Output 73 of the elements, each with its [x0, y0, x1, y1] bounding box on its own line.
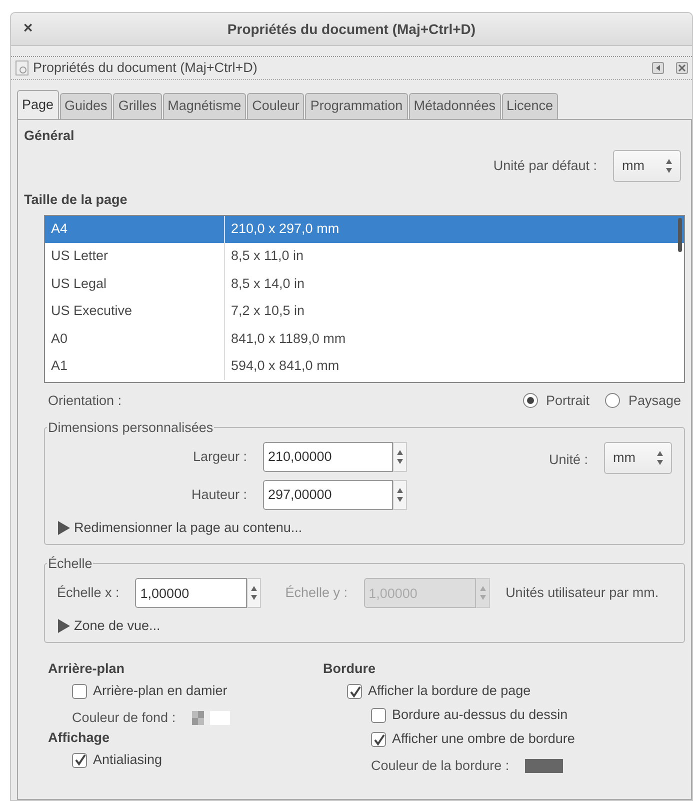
checkbox[interactable] [371, 708, 386, 723]
field-label: Couleur de la bordure : [371, 756, 510, 774]
field-label: Hauteur : [190, 486, 247, 504]
field-label: Largeur : [192, 448, 247, 466]
list-row[interactable]: US Executive 7,2 x 10,5 in [45, 298, 684, 326]
field-label: Unité par défaut : [493, 157, 597, 176]
height-field[interactable]: 297,00000 [263, 480, 393, 510]
color-swatch[interactable] [525, 758, 564, 773]
unit-dropdown[interactable]: mm [604, 442, 672, 474]
checkbox[interactable] [72, 752, 87, 768]
updown-arrows-icon [666, 158, 672, 174]
section-heading: Général [24, 127, 76, 145]
updown-arrows-icon [251, 585, 258, 601]
radio-button[interactable] [605, 393, 620, 408]
section-heading: Affichage [48, 728, 111, 747]
close-icon [678, 64, 686, 72]
radio-label: Portrait [546, 392, 590, 410]
dock-iconify-button[interactable] [652, 62, 664, 74]
dock-close-button[interactable] [676, 62, 688, 74]
triangle-icon [654, 64, 662, 72]
checkmark-icon [348, 686, 360, 698]
checkmark-icon [372, 734, 384, 746]
updown-arrows-icon [397, 448, 403, 465]
section-heading: Arrière-plan [48, 660, 126, 678]
field-label: Unité : [548, 450, 588, 469]
scale-x-field[interactable]: 1,00000 [135, 578, 248, 608]
expander[interactable]: Zone de vue... [57, 616, 160, 636]
tab[interactable]: Licence [502, 93, 558, 119]
radio-button[interactable] [522, 393, 538, 408]
spin-buttons[interactable] [393, 442, 407, 472]
checker-icon [192, 710, 210, 725]
tab[interactable]: Métadonnées [408, 93, 501, 119]
field-label: Échelle x : [57, 584, 120, 602]
section-heading: Bordure [323, 660, 377, 678]
radio-label: Paysage [628, 392, 681, 410]
checkbox[interactable] [371, 732, 386, 747]
list-row[interactable]: US Legal 8,5 x 14,0 in [45, 270, 684, 298]
checkmark-icon [74, 754, 86, 766]
spin-buttons[interactable] [247, 578, 262, 608]
tab[interactable]: Couleur [247, 93, 304, 119]
expander[interactable]: Redimensionner la page au contenu... [57, 518, 302, 538]
list-row[interactable]: A0 841,0 x 1189,0 mm [45, 325, 684, 352]
color-swatch[interactable] [192, 710, 230, 725]
checkbox-label: Afficher une ombre de bordure [392, 730, 575, 748]
checkbox-label: Bordure au-dessus du dessin [392, 706, 568, 724]
width-field[interactable]: 210,00000 [263, 442, 393, 472]
spin-buttons[interactable] [393, 480, 407, 510]
document-icon [15, 60, 29, 76]
dock-title: Propriétés du document (Maj+Ctrl+D) [33, 58, 258, 77]
updown-arrows-icon [397, 486, 403, 503]
field-label: Échelle y : [285, 584, 348, 602]
close-button[interactable]: × [11, 17, 45, 41]
tab[interactable]: Programmation [305, 93, 408, 119]
tab[interactable]: Grilles [113, 93, 162, 119]
field-label: Couleur de fond : [72, 708, 176, 726]
tab[interactable]: Magnétisme [162, 93, 246, 119]
list-row[interactable]: A4 210,0 x 297,0 mm [45, 216, 684, 243]
checkbox[interactable] [347, 684, 362, 699]
section-heading: Taille de la page [24, 191, 128, 210]
list-row[interactable]: A1 594,0 x 841,0 mm [45, 352, 684, 380]
checkbox-label: Afficher la bordure de page [368, 682, 531, 700]
checkbox[interactable] [72, 684, 87, 699]
unit-dropdown[interactable]: mm [613, 150, 681, 182]
tab[interactable]: Guides [60, 93, 112, 119]
updown-arrows-icon [657, 450, 663, 466]
field-label: Orientation : [48, 392, 123, 410]
tab[interactable]: Page [17, 90, 59, 119]
window-title: Propriétés du document (Maj+Ctrl+D) [226, 20, 477, 39]
checkbox-label: Arrière-plan en damier [93, 682, 228, 700]
updown-arrows-icon [480, 585, 486, 601]
units-note: Unités utilisateur par mm. [506, 584, 659, 602]
checkbox-label: Antialiasing [93, 750, 162, 769]
list-row[interactable]: US Letter 8,5 x 11,0 in [45, 242, 684, 270]
